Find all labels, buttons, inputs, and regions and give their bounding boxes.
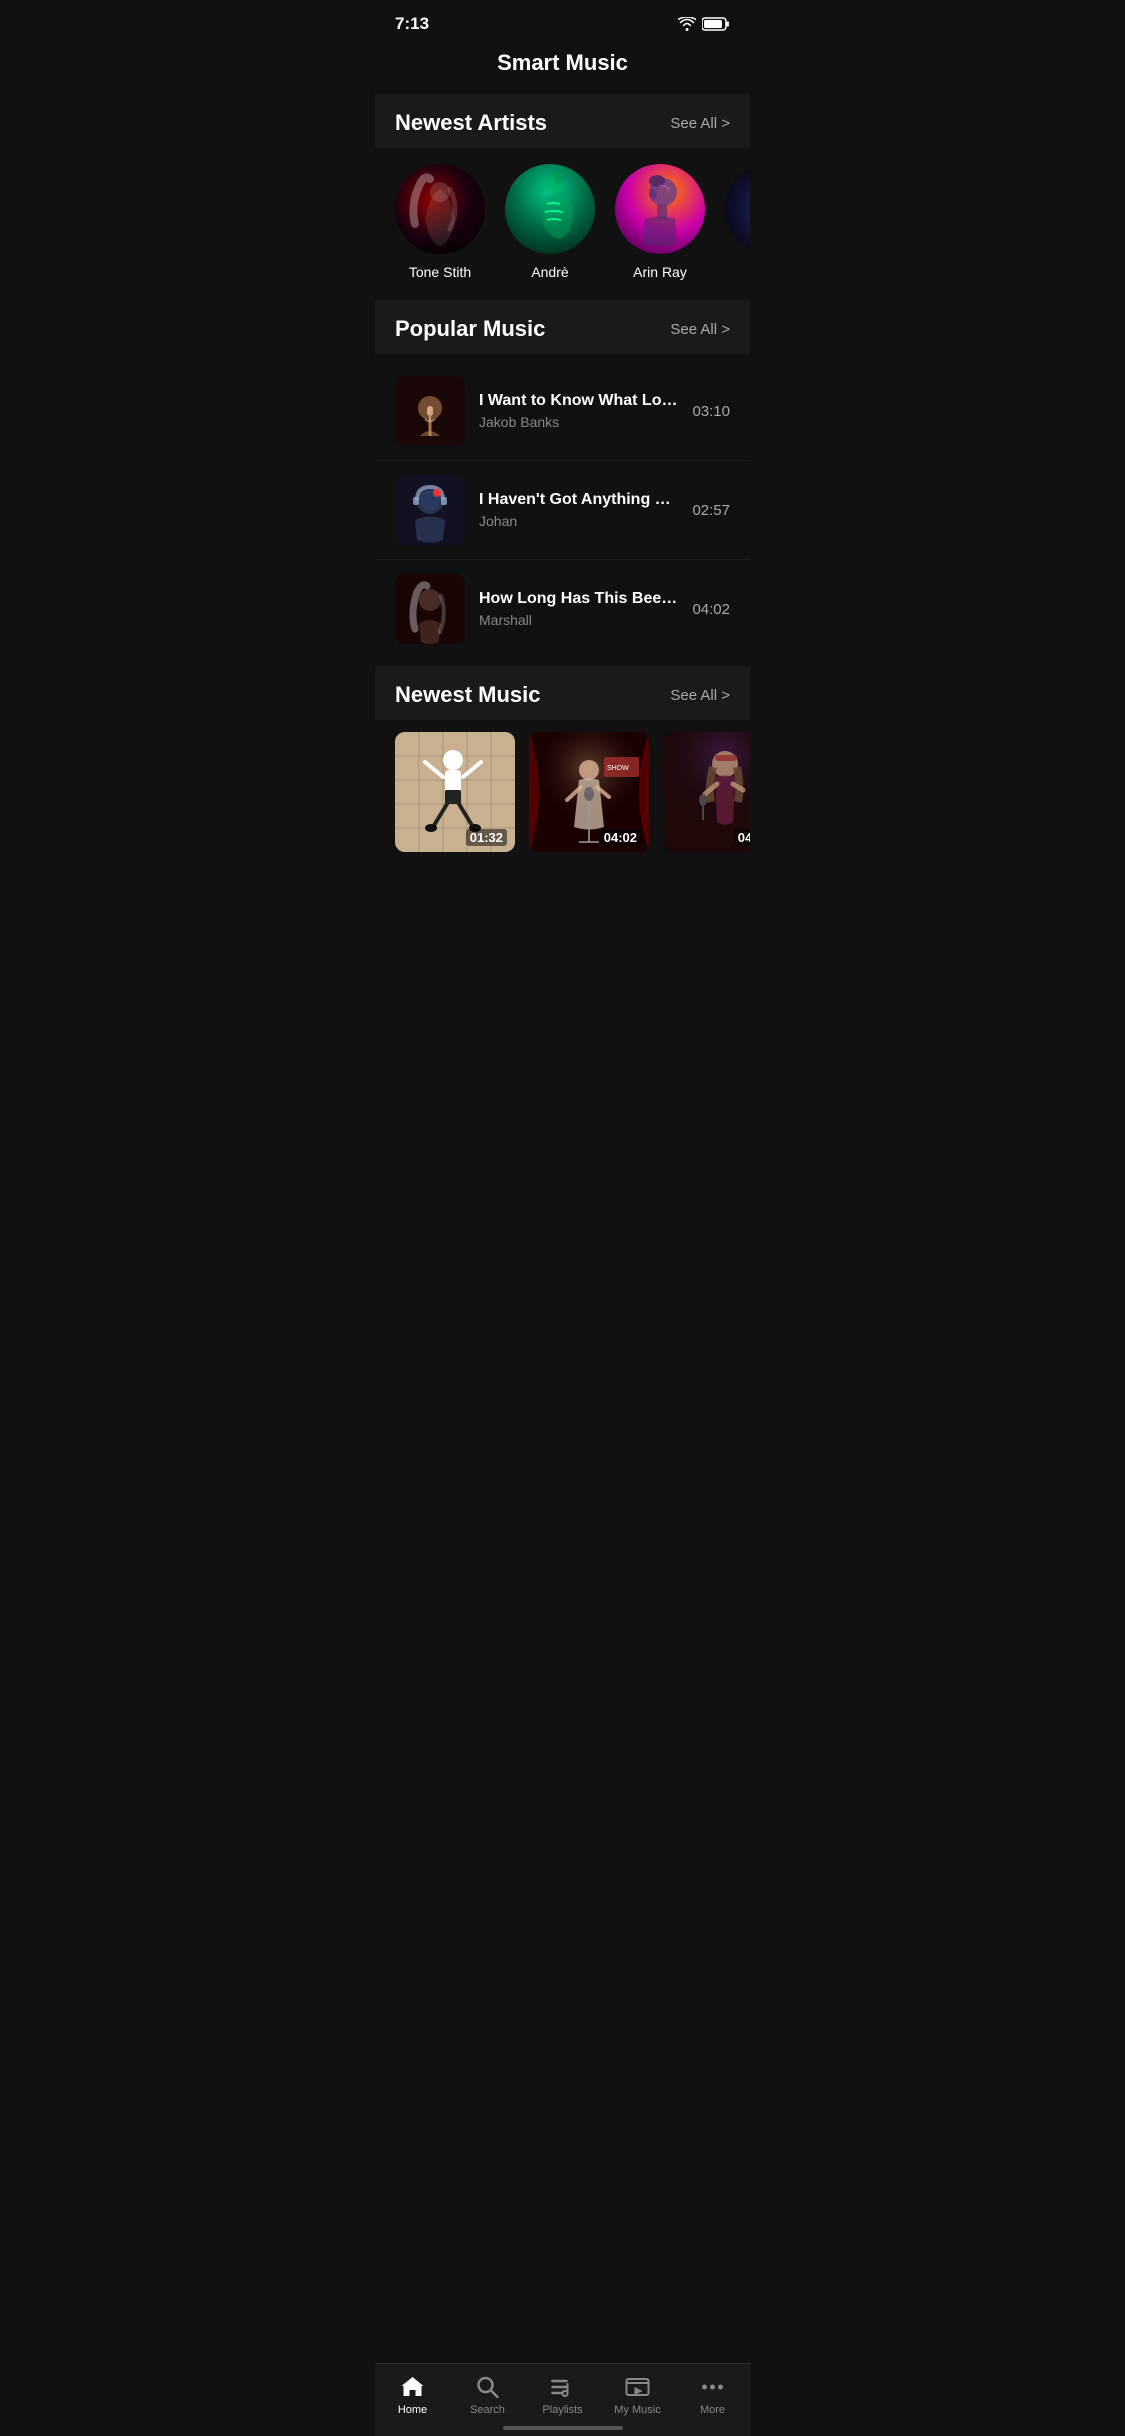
artist-item[interactable]: Tone Stith — [395, 164, 485, 280]
newest-duration: 04:42 — [734, 829, 750, 846]
nav-label-my-music: My Music — [614, 2404, 660, 2416]
playlists-icon — [550, 2374, 576, 2400]
song-info: I Haven't Got Anything B… Johan — [479, 491, 678, 529]
nav-label-search: Search — [470, 2404, 505, 2416]
artist-item[interactable]: Arin Ray — [615, 164, 705, 280]
newest-artists-header: Newest Artists See All > — [375, 94, 750, 148]
artist-item[interactable]: Andrè — [505, 164, 595, 280]
song-thumbnail — [395, 574, 465, 644]
artist-figure — [725, 164, 750, 254]
song-info: I Want to Know What Lov… Jakob Banks — [479, 392, 678, 430]
song-artist: Johan — [479, 513, 678, 529]
nav-item-playlists[interactable]: Playlists — [533, 2374, 593, 2416]
artist-figure — [395, 164, 485, 254]
newest-artists-title: Newest Artists — [395, 110, 547, 136]
battery-icon — [702, 17, 730, 31]
song-duration: 04:02 — [692, 601, 730, 618]
nav-label-home: Home — [398, 2404, 427, 2416]
artist-avatar — [615, 164, 705, 254]
newest-duration: 01:32 — [466, 829, 507, 846]
newest-music-item[interactable]: 01:32 — [395, 732, 515, 852]
artist-item[interactable] — [725, 164, 750, 280]
artist-avatar — [725, 164, 750, 254]
my-music-icon — [625, 2374, 651, 2400]
nav-item-more[interactable]: More — [683, 2374, 743, 2416]
song-title: I Want to Know What Lov… — [479, 392, 678, 410]
home-indicator — [503, 2426, 623, 2430]
home-icon — [400, 2374, 426, 2400]
nav-item-my-music[interactable]: My Music — [608, 2374, 668, 2416]
artist-avatar — [395, 164, 485, 254]
song-duration: 02:57 — [692, 502, 730, 519]
newest-music-item[interactable]: 04:42 — [663, 732, 750, 852]
song-item[interactable]: I Want to Know What Lov… Jakob Banks 03:… — [375, 362, 750, 461]
artist-name: Andrè — [531, 264, 568, 280]
song-thumbnail — [395, 475, 465, 545]
svg-text:SHOW: SHOW — [607, 765, 629, 772]
status-icons — [678, 17, 730, 31]
nav-label-playlists: Playlists — [542, 2404, 582, 2416]
song-item[interactable]: How Long Has This Been… Marshall 04:02 — [375, 560, 750, 658]
wifi-icon — [678, 17, 696, 31]
nav-item-home[interactable]: Home — [383, 2374, 443, 2416]
newest-music-list: 01:32 S — [375, 720, 750, 872]
artist-avatar — [505, 164, 595, 254]
song-artist: Jakob Banks — [479, 414, 678, 430]
song-title: How Long Has This Been… — [479, 590, 678, 608]
artist-figure — [505, 164, 595, 254]
artists-list: Tone Stith Andrè — [375, 148, 750, 300]
artist-figure — [615, 164, 705, 254]
popular-music-header: Popular Music See All > — [375, 300, 750, 354]
song-thumbnail — [395, 376, 465, 446]
songs-list: I Want to Know What Lov… Jakob Banks 03:… — [375, 354, 750, 666]
app-title: Smart Music — [395, 50, 730, 76]
more-icon — [700, 2374, 726, 2400]
newest-music-see-all[interactable]: See All > — [670, 687, 730, 704]
song-duration: 03:10 — [692, 403, 730, 420]
status-time: 7:13 — [395, 14, 429, 34]
newest-music-item[interactable]: SHOW 04:02 — [529, 732, 649, 852]
newest-artists-see-all[interactable]: See All > — [670, 115, 730, 132]
nav-label-more: More — [700, 2404, 725, 2416]
song-title: I Haven't Got Anything B… — [479, 491, 678, 509]
nav-item-search[interactable]: Search — [458, 2374, 518, 2416]
popular-music-title: Popular Music — [395, 316, 545, 342]
song-artist: Marshall — [479, 612, 678, 628]
artist-name: Tone Stith — [409, 264, 471, 280]
newest-music-title: Newest Music — [395, 682, 541, 708]
song-info: How Long Has This Been… Marshall — [479, 590, 678, 628]
app-header: Smart Music — [375, 40, 750, 94]
song-item[interactable]: I Haven't Got Anything B… Johan 02:57 — [375, 461, 750, 560]
newest-duration: 04:02 — [600, 829, 641, 846]
search-icon — [475, 2374, 501, 2400]
popular-music-see-all[interactable]: See All > — [670, 321, 730, 338]
status-bar: 7:13 — [375, 0, 750, 40]
newest-music-header: Newest Music See All > — [375, 666, 750, 720]
artist-name: Arin Ray — [633, 264, 687, 280]
